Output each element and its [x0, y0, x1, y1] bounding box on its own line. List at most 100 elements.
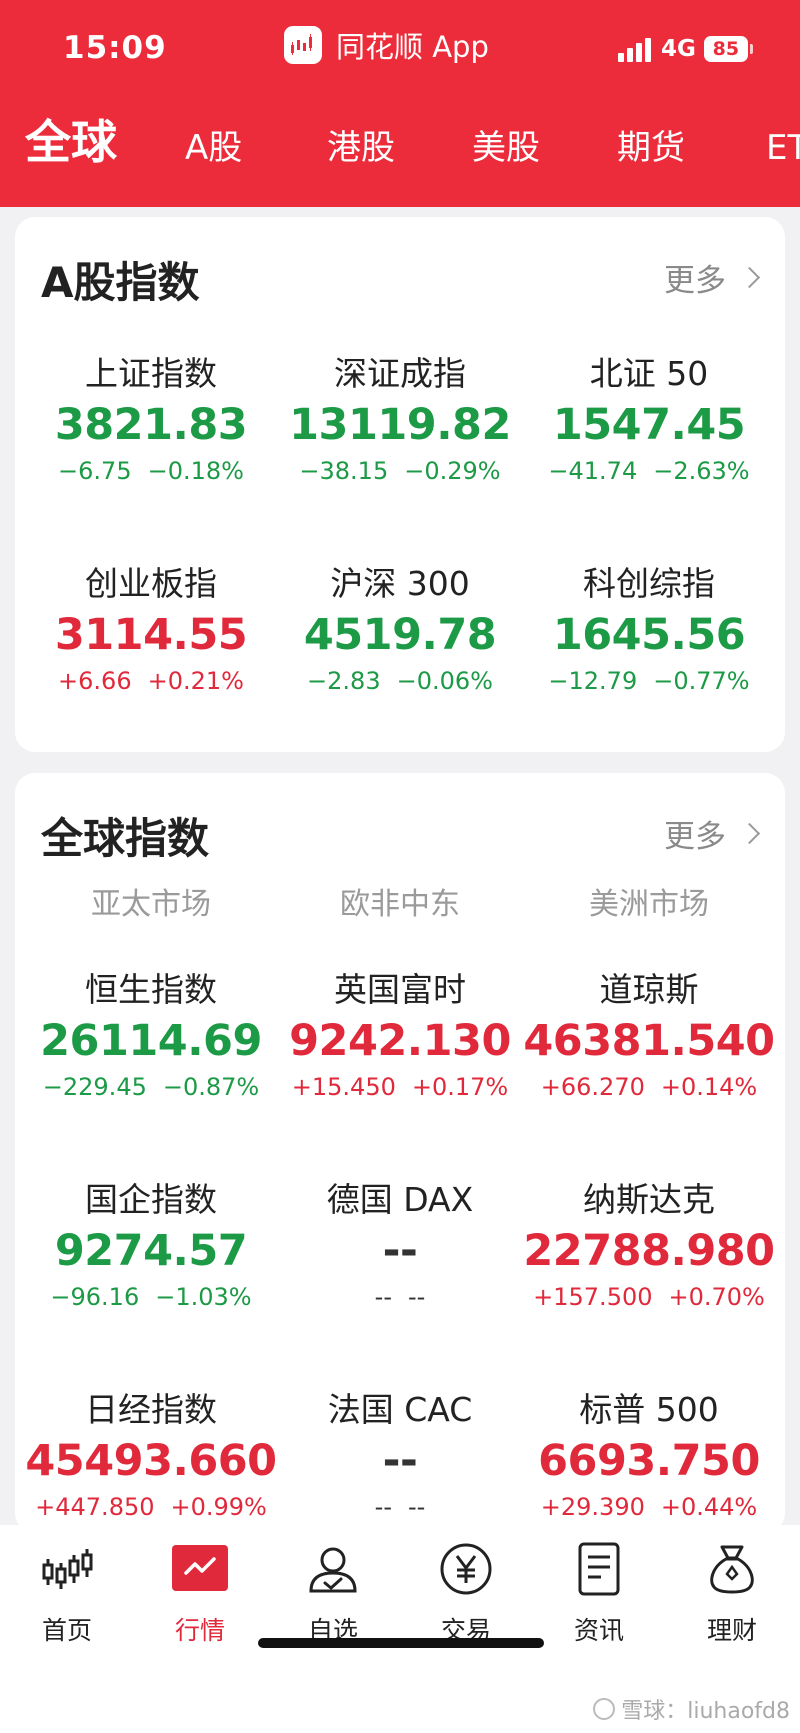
status-time: 15:09: [63, 30, 167, 66]
tab-a-share[interactable]: A股: [185, 118, 242, 178]
index-change: −229.45: [42, 1073, 147, 1101]
index-change-pct: −0.87%: [162, 1073, 260, 1101]
index-change-pct: +0.21%: [147, 667, 244, 695]
nav-home[interactable]: 首页: [12, 1541, 122, 1647]
global-more-link[interactable]: 更多: [664, 811, 761, 856]
index-name: 道琼斯: [599, 970, 699, 1009]
index-change: --: [374, 1283, 392, 1311]
app-switcher[interactable]: 同花顺 App: [284, 24, 489, 66]
tab-hk-stocks[interactable]: 港股: [327, 118, 395, 178]
index-change: −12.79: [548, 667, 638, 695]
index-value: 9242.130: [289, 1016, 511, 1066]
nav-trade[interactable]: 交易: [411, 1541, 521, 1647]
index-change: --: [374, 1493, 392, 1521]
index-change: −38.15: [299, 457, 389, 485]
index-cell[interactable]: 科创综指 1645.56 −12.79 −0.77%: [521, 562, 777, 698]
watchlist-person-icon: [305, 1541, 361, 1597]
nav-label: 资讯: [573, 1616, 624, 1645]
market-tabs: 全球 A股 港股 美股 期货 ET: [0, 115, 800, 180]
nav-label: 行情: [174, 1616, 225, 1645]
more-label: 更多: [664, 819, 726, 855]
index-change-pct: --: [408, 1493, 426, 1521]
index-value: 3821.83: [54, 400, 248, 450]
network-type: 4G: [661, 36, 696, 62]
index-cell[interactable]: 标普 500 6693.750 +29.390 +0.44%: [521, 1388, 777, 1524]
index-value: 22788.980: [523, 1226, 775, 1276]
index-value: --: [382, 1226, 418, 1276]
index-cell[interactable]: 恒生指数 26114.69 −229.45 −0.87%: [23, 968, 279, 1104]
tab-etf[interactable]: ET: [766, 118, 800, 178]
app-title: 同花顺 App: [336, 30, 489, 64]
index-cell[interactable]: 英国富时 9242.130 +15.450 +0.17%: [272, 968, 528, 1104]
index-name: 科创综指: [583, 564, 715, 603]
region-americas[interactable]: 美洲市场: [521, 879, 777, 923]
index-cell[interactable]: 日经指数 45493.660 +447.850 +0.99%: [23, 1388, 279, 1524]
region-emea[interactable]: 欧非中东: [272, 879, 528, 923]
index-value: 45493.660: [25, 1436, 277, 1486]
index-change: −2.83: [307, 667, 381, 695]
index-name: 日经指数: [85, 1390, 217, 1429]
index-cell[interactable]: 深证成指 13119.82 −38.15 −0.29%: [272, 352, 528, 488]
index-cell[interactable]: 德国 DAX -- -- --: [272, 1178, 528, 1314]
a-share-title: A股指数: [41, 258, 200, 307]
tab-us-stocks[interactable]: 美股: [472, 118, 540, 178]
nav-watchlist[interactable]: 自选: [278, 1541, 388, 1647]
index-cell[interactable]: 纳斯达克 22788.980 +157.500 +0.70%: [521, 1178, 777, 1314]
battery-level: 85: [703, 36, 748, 62]
signal-icon: [618, 36, 651, 62]
index-change-pct: +0.14%: [660, 1073, 758, 1101]
index-cell[interactable]: 沪深 300 4519.78 −2.83 −0.06%: [272, 562, 528, 698]
index-change-pct: +0.17%: [411, 1073, 509, 1101]
index-change-pct: −1.03%: [155, 1283, 252, 1311]
index-value: 4519.78: [303, 610, 497, 660]
a-share-more-link[interactable]: 更多: [664, 255, 761, 300]
index-name: 德国 DAX: [326, 1180, 474, 1219]
index-name: 恒生指数: [85, 970, 217, 1009]
market-trend-icon: [172, 1541, 228, 1597]
index-cell[interactable]: 创业板指 3114.55 +6.66 +0.21%: [23, 562, 279, 698]
index-name: 标普 500: [579, 1390, 719, 1429]
index-cell[interactable]: 国企指数 9274.57 −96.16 −1.03%: [23, 1178, 279, 1314]
index-cell[interactable]: 道琼斯 46381.540 +66.270 +0.14%: [521, 968, 777, 1104]
app-logo-icon: [284, 26, 322, 64]
tab-global[interactable]: 全球: [25, 112, 117, 172]
index-change: −96.16: [50, 1283, 140, 1311]
index-name: 沪深 300: [330, 564, 470, 603]
index-value: 6693.750: [538, 1436, 760, 1486]
index-name: 上证指数: [85, 354, 217, 393]
status-indicators: 4G 85: [618, 36, 753, 62]
chevron-right-icon: [738, 822, 761, 845]
watermark: 雪球：liuhaofd8: [593, 1693, 790, 1725]
more-label: 更多: [664, 263, 726, 299]
nav-market[interactable]: 行情: [145, 1541, 255, 1647]
index-value: 9274.57: [54, 1226, 248, 1276]
tab-futures[interactable]: 期货: [617, 118, 685, 178]
index-value: 1547.45: [552, 400, 746, 450]
index-value: 3114.55: [54, 610, 248, 660]
global-index-card: 全球指数 更多 亚太市场 欧非中东 美洲市场 恒生指数 26114.69 −22…: [15, 773, 785, 1533]
index-cell[interactable]: 北证 50 1547.45 −41.74 −2.63%: [521, 352, 777, 488]
home-indicator[interactable]: [258, 1638, 544, 1648]
index-name: 深证成指: [334, 354, 466, 393]
index-change-pct: −0.77%: [653, 667, 750, 695]
watermark-text: 雪球：liuhaofd8: [621, 1699, 790, 1724]
index-cell[interactable]: 法国 CAC -- -- --: [272, 1388, 528, 1524]
nav-news[interactable]: 资讯: [544, 1541, 654, 1647]
yen-coin-icon: [438, 1541, 494, 1597]
money-bag-icon: [704, 1541, 760, 1597]
battery-icon: 85: [703, 36, 753, 62]
index-value: 26114.69: [40, 1016, 262, 1066]
a-share-index-card: A股指数 更多 上证指数 3821.83 −6.75 −0.18% 深证成指 13…: [15, 217, 785, 752]
index-change-pct: −0.18%: [147, 457, 244, 485]
index-cell[interactable]: 上证指数 3821.83 −6.75 −0.18%: [23, 352, 279, 488]
index-value: 13119.82: [289, 400, 511, 450]
index-change: +6.66: [58, 667, 132, 695]
candlestick-icon: [39, 1541, 95, 1597]
market-page: 15:09 同花顺 App 4G 85 全球 A股 港股 美股 期货 ET A股…: [0, 0, 800, 1733]
nav-wealth[interactable]: 理财: [677, 1541, 787, 1647]
global-title: 全球指数: [41, 814, 210, 863]
index-name: 纳斯达克: [583, 1180, 715, 1219]
xueqiu-logo-icon: [593, 1698, 616, 1720]
region-asia-pacific[interactable]: 亚太市场: [23, 879, 279, 923]
nav-label: 理财: [706, 1616, 757, 1645]
